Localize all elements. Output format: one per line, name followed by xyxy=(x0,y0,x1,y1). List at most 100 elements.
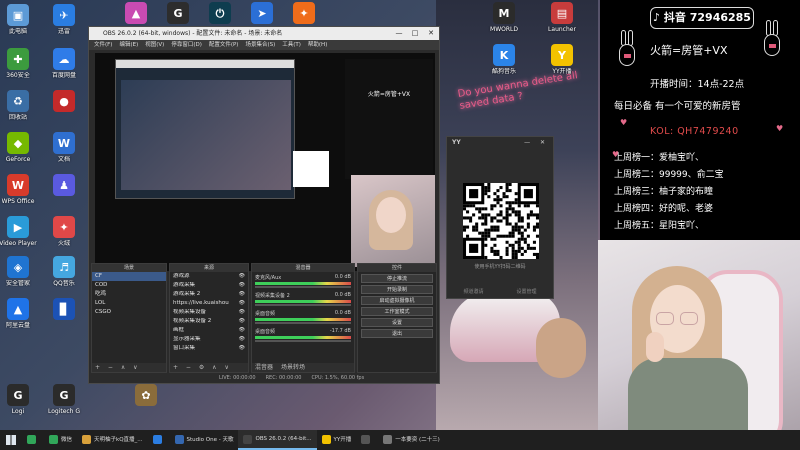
desktop-shortcut[interactable]: ♟ xyxy=(42,174,86,198)
desktop-shortcut[interactable]: ✦ xyxy=(282,2,326,26)
volume-slider[interactable] xyxy=(255,304,351,306)
sources-dock[interactable]: 来源 游戏源 👁 游戏采集 👁 游戏采集 2 👁 https://live.kuaishou… xyxy=(169,263,249,373)
scenes-toolbar[interactable]: + − ∧ ∨ xyxy=(92,363,166,372)
volume-slider[interactable] xyxy=(255,286,351,288)
maximize-button[interactable]: □ xyxy=(407,27,423,40)
menu-help[interactable]: 帮助(H) xyxy=(308,40,327,50)
eye-icon[interactable]: 👁 xyxy=(239,309,245,316)
desktop-shortcut[interactable]: ♬ QQ音乐 xyxy=(42,256,86,287)
sources-toolbar[interactable]: + − ⚙ ∧ ∨ xyxy=(170,363,248,372)
menu-tools[interactable]: 工具(T) xyxy=(282,40,301,50)
desktop-shortcut[interactable]: W WPS Office xyxy=(0,174,40,205)
scene-item[interactable]: COD xyxy=(92,281,166,290)
source-item[interactable]: 窗口采集 👁 xyxy=(170,344,248,353)
eye-icon[interactable]: 👁 xyxy=(239,336,245,343)
eye-icon[interactable]: 👁 xyxy=(239,327,245,334)
eye-icon[interactable]: 👁 xyxy=(239,318,245,325)
eye-icon[interactable]: 👁 xyxy=(239,282,245,289)
desktop-shortcut[interactable]: ✈ 迅雷 xyxy=(42,4,86,35)
taskbar-item[interactable] xyxy=(356,430,378,450)
channel-invite-link[interactable]: 频道邀请 xyxy=(463,288,483,295)
mixer-channel-db: 0.0 dB xyxy=(334,310,351,316)
desktop-shortcut[interactable]: ◈ 安全管家 xyxy=(0,256,40,287)
desktop-shortcut[interactable]: M MWORLD xyxy=(482,2,526,33)
control-button[interactable]: 退出 xyxy=(361,329,433,338)
obs-preview-canvas[interactable]: 火箭=房管+VX xyxy=(95,53,435,271)
desktop-shortcut[interactable]: ⏻ xyxy=(198,2,242,26)
menu-file[interactable]: 文件(F) xyxy=(94,40,112,50)
obs-window[interactable]: OBS 26.0.2 (64-bit, windows) - 配置文件: 未命名… xyxy=(88,26,440,384)
desktop-shortcut[interactable]: W 文档 xyxy=(42,132,86,163)
taskbar-label: OBS 26.0.2 (64-bit... xyxy=(255,436,312,442)
desktop-shortcut[interactable]: ◆ GeForce xyxy=(0,132,40,163)
eye-icon[interactable]: 👁 xyxy=(239,345,245,352)
eye-icon[interactable]: 👁 xyxy=(239,273,245,280)
menu-docks[interactable]: 停靠窗口(D) xyxy=(171,40,202,50)
control-button[interactable]: 工作室模式 xyxy=(361,307,433,316)
source-item[interactable]: 游戏采集 👁 xyxy=(170,281,248,290)
control-button[interactable]: 设置 xyxy=(361,318,433,327)
desktop-shortcut[interactable]: G Logitech G xyxy=(42,384,86,415)
desktop-shortcut[interactable]: ☁ 百度网盘 xyxy=(42,48,86,79)
menu-edit[interactable]: 编辑(E) xyxy=(119,40,138,50)
desktop-shortcut[interactable]: ✿ xyxy=(124,384,168,408)
desktop-shortcut[interactable]: G xyxy=(156,2,200,26)
desktop-shortcut[interactable]: ▲ xyxy=(114,2,158,26)
source-item[interactable]: 视频采集设备 2 👁 xyxy=(170,317,248,326)
taskbar-item[interactable]: OBS 26.0.2 (64-bit... xyxy=(238,430,317,450)
start-button[interactable] xyxy=(0,430,22,450)
eye-icon[interactable]: 👁 xyxy=(239,291,245,298)
source-item[interactable]: https://live.kuaishou... 👁 xyxy=(170,299,248,308)
scene-item[interactable]: LOL xyxy=(92,299,166,308)
taskbar-item[interactable]: Studio One - 天歌 xyxy=(170,430,239,450)
desktop-shortcut[interactable]: ♻ 回收站 xyxy=(0,90,40,121)
taskbar-label: 一本要资 (二十三) xyxy=(395,437,440,443)
source-item[interactable]: 画框 👁 xyxy=(170,326,248,335)
desktop-shortcut[interactable]: K 酷狗音乐 xyxy=(482,44,526,75)
volume-slider[interactable] xyxy=(255,340,351,342)
source-item[interactable]: 显示器采集 👁 xyxy=(170,335,248,344)
menu-profile[interactable]: 配置文件(P) xyxy=(209,40,239,50)
minimize-button[interactable]: — xyxy=(391,27,407,40)
taskbar-item[interactable]: 微信 xyxy=(44,430,77,450)
source-item[interactable]: 游戏采集 2 👁 xyxy=(170,290,248,299)
desktop-shortcut[interactable]: ▊ xyxy=(42,298,86,322)
source-item[interactable]: 游戏源 👁 xyxy=(170,272,248,281)
obs-title-bar[interactable]: OBS 26.0.2 (64-bit, windows) - 配置文件: 未命名… xyxy=(89,27,439,40)
scene-item[interactable]: CSGO xyxy=(92,308,166,317)
control-button[interactable]: 启动虚拟摄像机 xyxy=(361,296,433,305)
yy-qr-window[interactable]: YY — ✕ 使用手机YY扫码二维码 频道邀请 设置管理 xyxy=(446,136,554,299)
tab-transitions[interactable]: 场景转场 xyxy=(281,364,305,371)
taskbar-item[interactable]: YY开播 xyxy=(317,430,357,450)
mixer-dock[interactable]: 混音器 麦克风/Aux 0.0 dB 视频采集设备 2 0.0 dB 桌面音频 0.0 d… xyxy=(251,263,355,373)
qr-window-controls[interactable]: — ✕ xyxy=(524,137,549,149)
desktop-shortcut[interactable]: ▶ Video Player xyxy=(0,216,40,247)
scene-item[interactable]: CF xyxy=(92,272,166,281)
taskbar-item[interactable] xyxy=(148,430,170,450)
taskbar-item[interactable] xyxy=(22,430,44,450)
menu-scene-collection[interactable]: 场景集合(S) xyxy=(245,40,275,50)
scene-item[interactable]: 吃鸡 xyxy=(92,290,166,299)
sources-header: 来源 xyxy=(170,264,248,272)
source-item[interactable]: 视频采集设备 👁 xyxy=(170,308,248,317)
scenes-dock[interactable]: 场景 CF COD 吃鸡 LOL CSGO + − ∧ ∨ xyxy=(91,263,167,373)
desktop-shortcut[interactable]: Y YY开播 xyxy=(540,44,584,75)
desktop-shortcut[interactable]: ➤ xyxy=(240,2,284,26)
desktop-shortcut[interactable]: ▲ 阿里云盘 xyxy=(0,298,40,329)
desktop-shortcut[interactable]: ▣ 此电脑 xyxy=(0,4,40,35)
desktop-shortcut[interactable]: G Logi xyxy=(0,384,40,415)
desktop-shortcut[interactable]: ✦ 火绒 xyxy=(42,216,86,247)
eye-icon[interactable]: 👁 xyxy=(239,300,245,307)
taskbar-item[interactable]: 天明柚子kQ直播_... xyxy=(77,430,148,450)
control-button[interactable]: 停止推流 xyxy=(361,274,433,283)
desktop-shortcut[interactable]: ● xyxy=(42,90,86,114)
menu-view[interactable]: 视图(V) xyxy=(145,40,164,50)
control-button[interactable]: 开始录制 xyxy=(361,285,433,294)
taskbar-item[interactable]: 一本要资 (二十三) xyxy=(378,430,445,450)
desktop-shortcut[interactable]: ▤ Launcher xyxy=(540,2,584,33)
close-button[interactable]: ✕ xyxy=(423,27,439,40)
desktop-shortcut[interactable]: ✚ 360安全 xyxy=(0,48,40,79)
tab-mixer[interactable]: 混音器 xyxy=(255,364,273,371)
settings-manage-link[interactable]: 设置管理 xyxy=(516,288,536,295)
volume-slider[interactable] xyxy=(255,322,351,324)
